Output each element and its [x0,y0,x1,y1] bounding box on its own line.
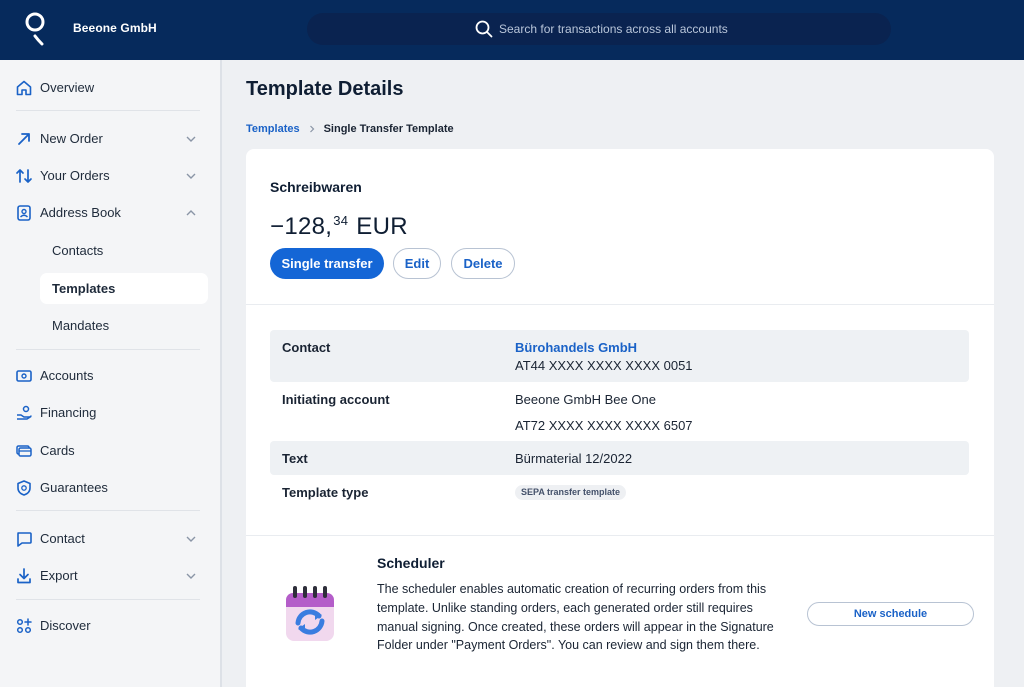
chevron-up-icon[interactable] [185,207,197,219]
sidebar-item-address-book[interactable]: Address Book [0,197,220,229]
sidebar-item-label: Cards [40,443,75,458]
address-book-icon [17,205,31,221]
sidebar-item-label: New Order [40,131,103,146]
sidebar-item-guarantees[interactable]: Guarantees [0,472,220,504]
financing-icon [17,405,32,420]
sidebar-item-cards[interactable]: Cards [0,435,220,467]
breadcrumb: Templates Single Transfer Template [246,123,454,135]
sidebar-separator [16,349,200,350]
sidebar-item-label: Export [40,568,78,583]
transfer-arrows-icon [16,169,32,183]
scheduler-description: The scheduler enables automatic creation… [377,582,774,653]
home-icon [16,80,32,96]
initiating-account-iban: AT72 XXXX XXXX XXXX 6507 [515,418,693,433]
template-type-badge: SEPA transfer template [515,485,627,500]
breadcrumb-templates-link[interactable]: Templates [246,123,300,135]
sidebar-item-label: Accounts [40,368,94,383]
sidebar-item-label: Your Orders [40,168,110,183]
sidebar-item-accounts[interactable]: Accounts [0,360,220,392]
sidebar-separator [16,510,200,511]
sidebar-item-contact[interactable]: Contact [0,523,220,555]
sidebar-item-financing[interactable]: Financing [0,397,220,429]
sidebar-item-label: Overview [40,80,95,95]
arrow-up-right-icon [18,133,30,145]
sidebar-item-label: Guarantees [40,480,108,495]
sidebar-item-new-order[interactable]: New Order [0,123,220,155]
card-divider [246,304,994,305]
chevron-down-icon[interactable] [185,133,197,145]
chevron-right-icon [309,125,314,133]
sidebar-subitem-contacts[interactable]: Contacts [40,235,208,266]
detail-label: Contact [282,340,331,355]
amount-decimals: 34 [333,213,349,228]
initiating-account-name: Beeone GmbH Bee One [515,392,656,407]
detail-label: Template type [282,485,369,500]
text-value: Bürmaterial 12/2022 [515,451,633,466]
search-input[interactable]: Search for transactions across all accou… [499,22,728,36]
card-icon [16,445,32,457]
sidebar-separator [16,110,200,111]
sidebar-item-label: Contact [40,531,85,546]
sidebar-item-your-orders[interactable]: Your Orders [0,160,220,192]
download-icon [17,568,31,584]
detail-row-initiating-account: Initiating account Beeone GmbH Bee One A… [270,382,969,441]
shield-icon [17,480,31,496]
contact-iban: AT44 XXXX XXXX XXXX 0051 [515,358,693,373]
sidebar-subitem-templates[interactable]: Templates [40,273,208,304]
sidebar-item-label: Address Book [40,205,121,220]
scheduler-title: Scheduler [377,555,445,571]
accounts-icon [16,370,32,382]
sidebar-divider [220,60,222,687]
sidebar-item-discover[interactable]: Discover [0,610,220,642]
company-name[interactable]: Beeone GmbH [73,21,157,35]
edit-button[interactable]: Edit [393,248,441,279]
detail-label: Initiating account [282,392,390,407]
amount-main: −128, [270,213,333,240]
contact-name-link[interactable]: Bürohandels GmbH [515,340,637,355]
detail-row-contact: Contact Bürohandels GmbH AT44 XXXX XXXX … [270,330,969,382]
breadcrumb-current: Single Transfer Template [323,123,454,135]
search-icon [475,20,493,38]
chat-bubble-icon [17,532,32,547]
sidebar-item-label: Discover [40,618,91,633]
single-transfer-button[interactable]: Single transfer [270,248,384,279]
chevron-down-icon[interactable] [185,170,197,182]
calendar-refresh-icon [286,586,334,641]
delete-button[interactable]: Delete [451,248,515,279]
detail-label: Text [282,451,308,466]
chevron-down-icon[interactable] [185,533,197,545]
search-bar[interactable]: Search for transactions across all accou… [307,13,891,45]
top-bar: Beeone GmbH Search for transactions acro… [0,0,1024,60]
discover-grid-icon [16,618,32,634]
sidebar-item-overview[interactable]: Overview [0,72,220,104]
template-card: Schreibwaren −128,34 EUR Single transfer … [246,149,994,687]
detail-row-text: Text Bürmaterial 12/2022 [270,441,969,475]
sidebar-subitem-mandates[interactable]: Mandates [40,310,208,341]
bank-logo-icon[interactable] [24,12,48,46]
sidebar-item-label: Mandates [52,318,110,333]
sidebar-item-label: Contacts [52,243,104,258]
sidebar-item-export[interactable]: Export [0,560,220,592]
chevron-down-icon[interactable] [185,570,197,582]
card-divider [246,535,994,536]
amount-currency: EUR [356,213,408,240]
sidebar-item-label: Financing [40,405,97,420]
detail-row-template-type: Template type SEPA transfer template [270,477,969,509]
page-title: Template Details [246,78,404,100]
new-schedule-button[interactable]: New schedule [807,602,974,626]
template-name: Schreibwaren [270,179,362,195]
sidebar-item-label: Templates [52,281,116,296]
template-amount: −128,34 EUR [270,213,408,241]
sidebar-separator [16,599,200,600]
